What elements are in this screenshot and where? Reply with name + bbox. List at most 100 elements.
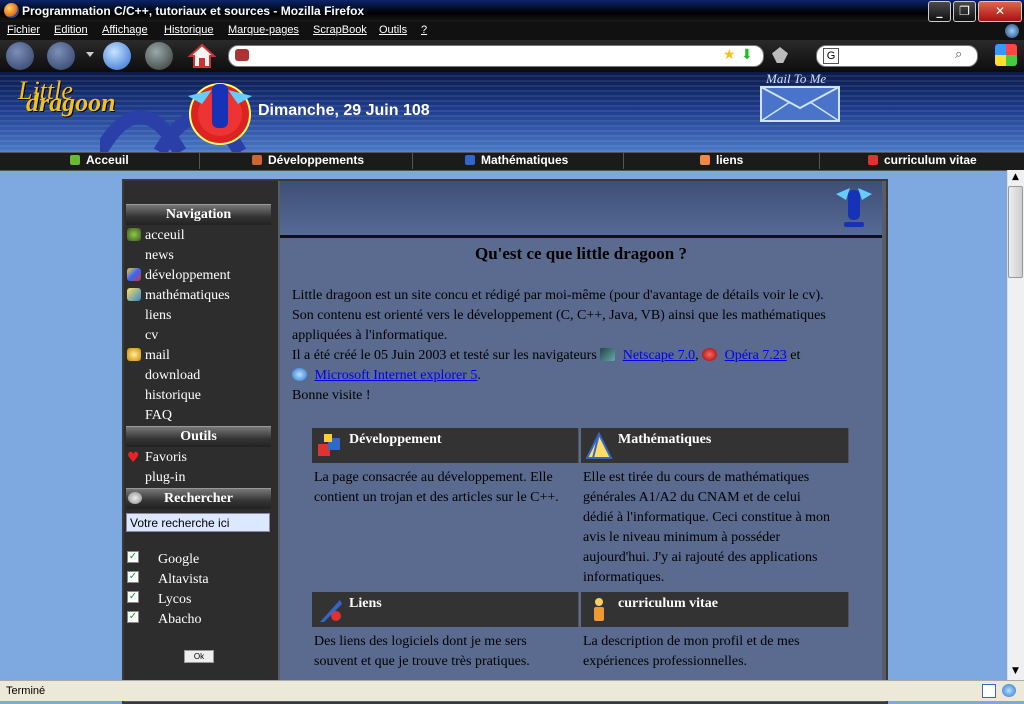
- card-text-mathematiques-4: avis le niveau minimum à posséder: [583, 530, 781, 545]
- scroll-up-arrow[interactable]: ▲: [1008, 170, 1023, 185]
- intro-line-4: Il a été créé le 05 Juin 2003 et testé s…: [292, 348, 801, 363]
- menu-bar: Fichier Edition Affichage Historique Mar…: [0, 22, 1024, 40]
- search-ok-button[interactable]: Ok: [184, 650, 214, 663]
- card-head-developpement[interactable]: Développement: [312, 428, 579, 463]
- card-text-mathematiques-1: Elle est tirée du cours de mathématiques: [583, 470, 810, 485]
- altavista-checkbox[interactable]: ✓: [127, 571, 139, 583]
- google-engine-icon[interactable]: G: [823, 48, 839, 64]
- dragon-mascot-icon: [836, 188, 872, 227]
- mail-envelope-icon[interactable]: [760, 86, 840, 122]
- card-text-developpement-2: contient un trojan et des articles sur l…: [314, 490, 559, 505]
- card-text-mathematiques-3: dédié à l'informatique. Ceci constitue à…: [583, 510, 831, 525]
- status-globe-icon: [1002, 684, 1016, 697]
- sidebar-link-liens[interactable]: liens: [145, 308, 171, 324]
- sidebar-link-plug-in[interactable]: plug-in: [145, 470, 185, 486]
- sidebar-link-developpement[interactable]: développement: [145, 268, 231, 284]
- bookmark-star-icon[interactable]: ★: [723, 47, 736, 63]
- menu-fichier[interactable]: Fichier: [7, 24, 40, 36]
- card-text-mathematiques-5: aujourd'hui. J'y ai rajouté des applicat…: [583, 550, 818, 565]
- home-button[interactable]: [187, 42, 217, 70]
- sidebar-link-historique[interactable]: historique: [145, 388, 201, 404]
- sidebar-link-mathematiques[interactable]: mathématiques: [145, 288, 230, 304]
- back-button[interactable]: [6, 42, 34, 70]
- sidebar-link-favoris[interactable]: Favoris: [145, 450, 187, 466]
- dragon-logo-icon: [188, 83, 252, 145]
- forward-button[interactable]: [47, 42, 75, 70]
- go-arrow-icon[interactable]: ⬇: [741, 47, 753, 63]
- scroll-down-arrow[interactable]: ▼: [1008, 664, 1023, 679]
- opera-link[interactable]: Opéra 7.23: [725, 348, 787, 363]
- stop-button[interactable]: [145, 42, 173, 70]
- menu-scrapbook[interactable]: ScrapBook: [313, 24, 367, 36]
- site-logo-dragoon: dragoon: [26, 88, 116, 117]
- url-bar[interactable]: ★ ⬇: [228, 45, 764, 67]
- site-favicon: [235, 49, 249, 61]
- reload-button[interactable]: [103, 42, 131, 70]
- netscape-link[interactable]: Netscape 7.0: [623, 348, 695, 363]
- sidebar-link-news[interactable]: news: [145, 248, 174, 264]
- engine-label-lycos: Lycos: [158, 592, 192, 607]
- home-icon: [187, 43, 217, 68]
- acceuil-icon: [127, 228, 141, 241]
- menu-affichage[interactable]: Affichage: [102, 24, 148, 36]
- intro-line-5: Microsoft Internet explorer 5.: [292, 368, 481, 384]
- status-text: Terminé: [6, 685, 46, 697]
- quill-icon: [320, 600, 342, 622]
- windows-logo-icon: [995, 44, 1017, 66]
- ie-icon: [292, 368, 307, 381]
- menu-help[interactable]: ?: [421, 24, 427, 36]
- sidebar-link-cv[interactable]: cv: [145, 328, 158, 344]
- engine-label-altavista: Altavista: [158, 572, 209, 587]
- minimize-button[interactable]: _: [928, 1, 951, 22]
- menu-outils[interactable]: Outils: [379, 24, 407, 36]
- topnav-mathematiques[interactable]: Mathématiques: [413, 152, 624, 169]
- engine-label-google: Google: [158, 552, 200, 567]
- card-text-cv-1: La description de mon profil et de mes: [583, 634, 800, 649]
- sidebar-search-input[interactable]: [126, 513, 270, 532]
- card-text-liens-2: souvent et que je trouve très pratiques.: [314, 654, 530, 669]
- mathematiques-icon: [465, 155, 475, 165]
- card-head-mathematiques[interactable]: Mathématiques: [581, 428, 849, 463]
- liens-icon: [700, 155, 710, 165]
- search-bar[interactable]: G ⌕: [816, 45, 978, 67]
- magnifier-icon[interactable]: ⌕: [955, 47, 962, 62]
- content-header-strip: [280, 181, 882, 238]
- mathematiques-icon: [127, 288, 141, 301]
- header-date: Dimanche, 29 Juin 108: [258, 102, 430, 119]
- card-text-liens-1: Des liens des logiciels dont je me sers: [314, 634, 527, 649]
- throbber-icon: [1005, 24, 1019, 38]
- menu-historique[interactable]: Historique: [164, 24, 214, 36]
- lycos-checkbox[interactable]: ✓: [127, 591, 139, 603]
- mail-to-me-label[interactable]: Mail To Me: [766, 71, 826, 87]
- sidebar-link-acceuil[interactable]: acceuil: [145, 228, 185, 244]
- search-dish-icon: [128, 492, 142, 504]
- restore-button[interactable]: ❐: [953, 1, 976, 22]
- history-dropdown-icon[interactable]: [86, 52, 94, 57]
- menu-marque-pages[interactable]: Marque-pages: [228, 24, 299, 36]
- sidebar-outils-heading: Outils: [126, 426, 271, 447]
- topnav-liens[interactable]: liens: [624, 152, 820, 169]
- developpement-icon: [127, 268, 141, 281]
- card-text-mathematiques-6: informatiques.: [583, 570, 665, 585]
- cubes-icon: [318, 434, 340, 456]
- sidebar-link-download[interactable]: download: [145, 368, 200, 384]
- topnav-developpements[interactable]: Développements: [200, 152, 413, 169]
- ie-link[interactable]: Microsoft Internet explorer 5: [315, 368, 478, 383]
- scroll-thumb[interactable]: [1008, 186, 1023, 278]
- topnav-curriculum-vitae[interactable]: curriculum vitae: [820, 152, 1024, 169]
- menu-edition[interactable]: Edition: [54, 24, 88, 36]
- card-text-cv-2: expériences professionnelles.: [583, 654, 748, 669]
- sidebar-rechercher-heading: Rechercher: [126, 488, 271, 509]
- sidebar-link-mail[interactable]: mail: [145, 348, 170, 364]
- abacho-checkbox[interactable]: ✓: [127, 611, 139, 623]
- card-head-curriculum-vitae[interactable]: curriculum vitae: [581, 592, 849, 627]
- close-button[interactable]: ✕: [978, 1, 1022, 22]
- sidebar-link-faq[interactable]: FAQ: [145, 408, 172, 424]
- topnav-acceuil[interactable]: Acceuil: [0, 152, 200, 169]
- status-check-icon: [982, 684, 996, 698]
- compass-icon: [585, 432, 613, 459]
- site-header-banner: [0, 72, 1024, 152]
- window-title: Programmation C/C++, tutoriaux et source…: [22, 4, 365, 18]
- google-checkbox[interactable]: ✓: [127, 551, 139, 563]
- card-head-liens[interactable]: Liens: [312, 592, 579, 627]
